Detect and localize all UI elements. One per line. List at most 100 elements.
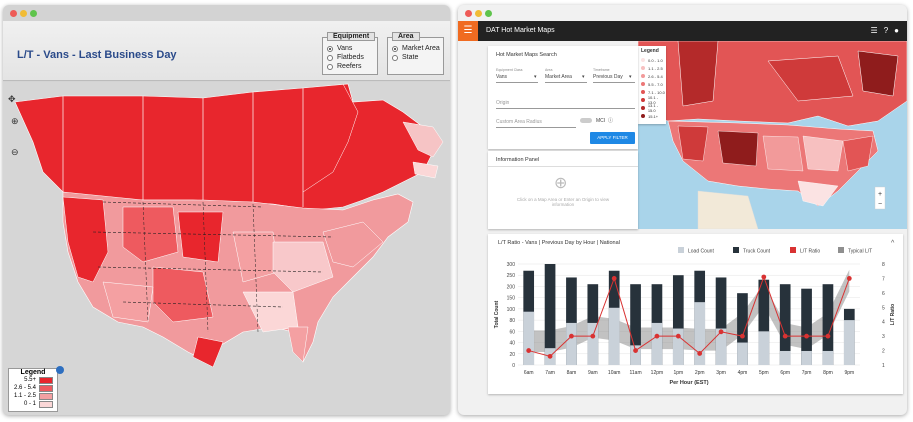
x-tick-label: 6pm <box>780 370 790 376</box>
x-tick-label: 11am <box>629 370 641 376</box>
equipment-legend: Equipment <box>327 32 376 41</box>
close-dot[interactable] <box>465 10 472 17</box>
zoom-dot[interactable] <box>30 10 37 17</box>
legend-swatch <box>641 90 645 94</box>
lt-ratio-point <box>846 276 852 281</box>
load-count-bar <box>651 322 663 365</box>
y-tick-label: 300 <box>507 262 516 268</box>
x-tick-label: 8pm <box>823 370 833 376</box>
y-tick-label: 20 <box>509 352 515 358</box>
chevron-down-icon[interactable]: ▾ <box>534 74 537 80</box>
radio-vans[interactable]: Vans <box>327 44 377 53</box>
map-legend-panel: Legend 0.0 - 1.0 1.1 - 2.5 2.6 - 5.4 5.5… <box>638 46 666 124</box>
legend-row: 0 - 1 <box>9 400 57 408</box>
area-legend: Area <box>392 32 420 41</box>
x-tick-label: 6am <box>524 370 534 376</box>
y2-tick-label: 6 <box>882 291 885 297</box>
radius-input[interactable]: Custom Area Radius <box>496 119 542 125</box>
area-group: Area Market Area State <box>387 32 444 75</box>
zoom-in-button[interactable]: + <box>878 191 882 198</box>
minimize-dot[interactable] <box>475 10 482 17</box>
account-icon[interactable]: ● <box>894 26 899 35</box>
lt-ratio-point <box>611 276 617 281</box>
y-tick-label: 0 <box>512 363 515 369</box>
list-icon[interactable]: ☰ <box>871 26 878 35</box>
info-hint: Click on a Map Area or Enter an Origin t… <box>516 197 610 207</box>
x-axis-label: Per Hour (EST) <box>669 380 708 386</box>
legend-label: L/T Ratio <box>800 249 820 255</box>
x-tick-label: 9am <box>588 370 598 376</box>
y-tick-label: 150 <box>507 296 516 302</box>
minimize-dot[interactable] <box>20 10 27 17</box>
lt-ratio-point <box>804 333 809 339</box>
radio-icon[interactable] <box>327 45 333 52</box>
zoom-out-button[interactable]: − <box>878 201 882 208</box>
legend-swatch <box>641 74 645 78</box>
lt-ratio-point <box>526 348 532 353</box>
radio-flatbeds[interactable]: Flatbeds <box>327 53 377 62</box>
legend-row: 15.1+ <box>638 112 666 120</box>
radio-state[interactable]: State <box>392 53 443 62</box>
legend-row: 2.6 - 5.4 <box>638 72 666 80</box>
x-tick-label: 10am <box>608 370 621 376</box>
hamburger-menu-icon[interactable]: ☰ <box>458 21 478 41</box>
legend-swatch <box>790 247 796 253</box>
radio-icon[interactable] <box>327 63 333 70</box>
load-count-bar <box>587 322 599 365</box>
legend-toggle-icon[interactable] <box>56 366 64 374</box>
radio-icon[interactable] <box>392 54 398 61</box>
zoom-out-icon[interactable]: ⊖ <box>11 147 19 158</box>
x-tick-label: 1pm <box>673 370 683 376</box>
area-select[interactable]: Market Area <box>545 74 572 80</box>
divider <box>593 82 635 83</box>
lt-ratio-point <box>697 351 703 356</box>
legend-swatch <box>641 58 645 62</box>
legend-title: Legend <box>641 48 659 54</box>
y-tick-label: 40 <box>509 341 515 347</box>
equipment-class-select[interactable]: Vans <box>496 74 507 80</box>
radio-icon[interactable] <box>327 54 333 61</box>
divider <box>545 82 587 83</box>
y-tick-label: 60 <box>509 329 515 335</box>
chevron-down-icon[interactable]: ▾ <box>629 74 632 80</box>
zoom-dot[interactable] <box>485 10 492 17</box>
radio-reefers[interactable]: Reefers <box>327 62 377 71</box>
lt-ratio-point <box>633 348 638 353</box>
mci-toggle[interactable] <box>580 118 592 123</box>
info-icon[interactable]: ⓘ <box>608 117 613 124</box>
lt-ratio-point <box>569 333 574 339</box>
legend-label: Typical L/T <box>848 249 872 255</box>
y-tick-label: 80 <box>509 318 515 324</box>
zoom-in-icon[interactable]: ⊕ <box>11 116 19 127</box>
y-tick-label: 200 <box>507 284 516 290</box>
timeframe-select[interactable]: Previous Day <box>593 74 623 80</box>
legend-swatch <box>838 247 844 253</box>
apply-filter-button[interactable]: APPLY FILTER <box>590 132 635 144</box>
load-count-bar <box>523 311 535 365</box>
legend-row: 5.5 - 7.0 <box>638 80 666 88</box>
load-count-bar <box>801 350 812 365</box>
radio-icon[interactable] <box>392 45 398 52</box>
legend-row: 5.5+ <box>9 376 57 384</box>
legend-swatch <box>641 66 645 70</box>
chart-title: L/T Ratio - Vans | Previous Day by Hour … <box>498 240 620 246</box>
x-tick-label: 9pm <box>844 370 854 376</box>
legend-row: 1.1 - 2.5 <box>9 392 57 400</box>
north-america-map[interactable] <box>3 82 450 415</box>
y2-tick-label: 2 <box>882 349 885 355</box>
load-count-bar <box>758 331 770 365</box>
information-panel: Information Panel ⊕ Click on a Map Area … <box>488 151 638 229</box>
pan-control-icon[interactable]: ✥ <box>8 94 16 105</box>
market-map[interactable]: + − <box>638 41 907 229</box>
page-title: L/T - Vans - Last Business Day <box>17 49 177 61</box>
chevron-down-icon[interactable]: ▾ <box>582 74 585 80</box>
legend-swatch <box>641 106 645 110</box>
radio-market-area[interactable]: Market Area <box>392 44 443 53</box>
close-dot[interactable] <box>10 10 17 17</box>
legend-row: 13.1 - 15.0 <box>638 103 666 113</box>
x-tick-label: 12pm <box>651 370 664 376</box>
origin-input[interactable]: Origin <box>496 100 509 106</box>
help-icon[interactable]: ? <box>884 26 888 35</box>
legend-label: Truck Count <box>743 249 771 255</box>
collapse-chevron-icon: ^ <box>891 240 895 247</box>
